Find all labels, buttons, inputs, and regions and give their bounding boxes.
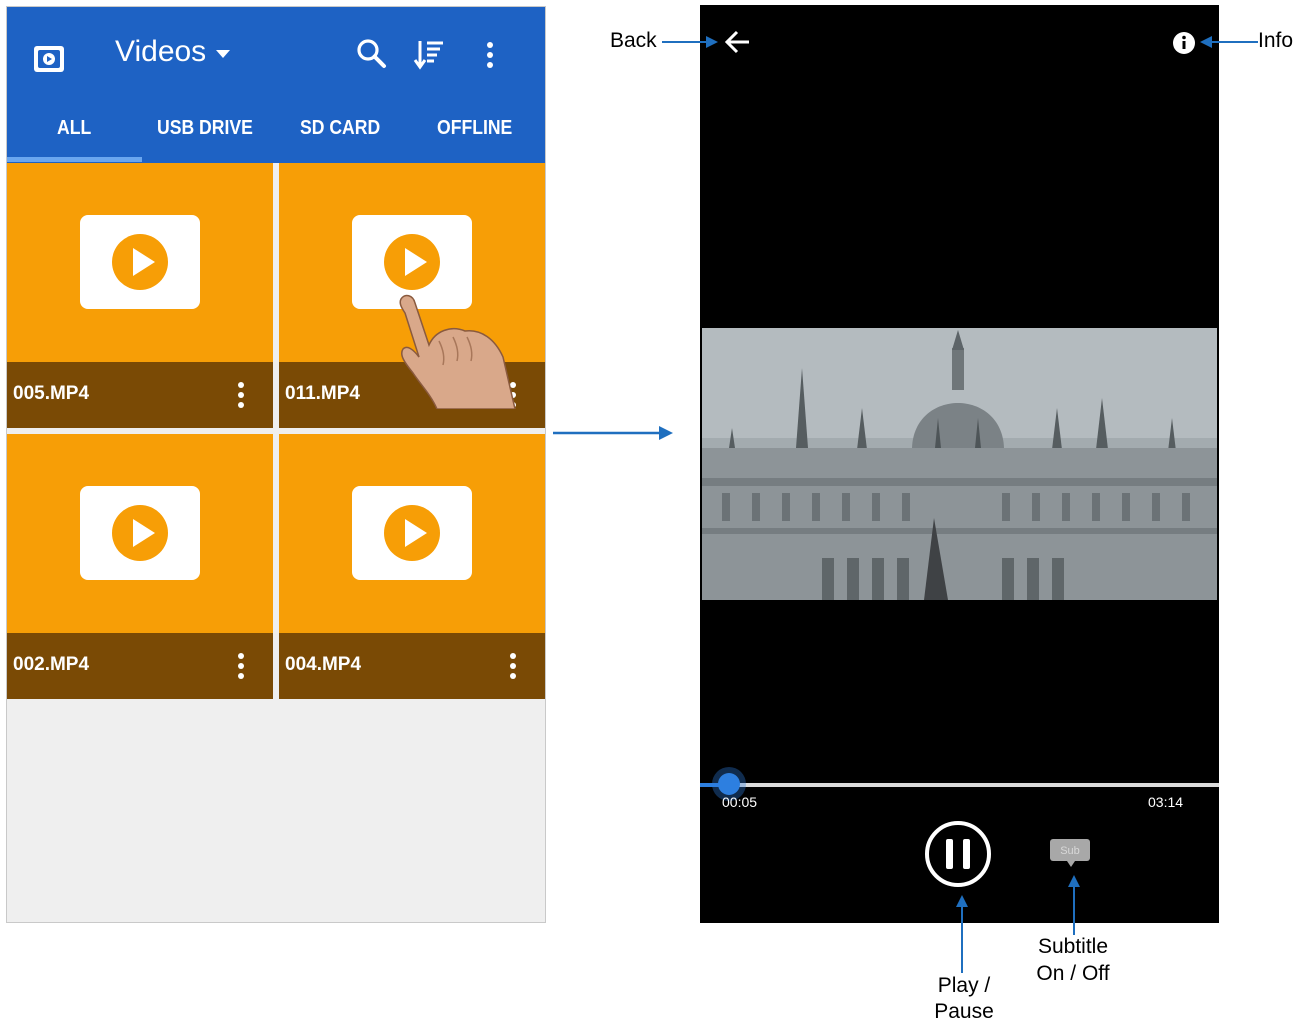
- search-icon[interactable]: [355, 37, 389, 71]
- more-vert-icon[interactable]: [479, 37, 501, 73]
- callout-subtitle-arrow: [1068, 875, 1080, 935]
- subtitle-toggle-button[interactable]: Sub: [1049, 838, 1091, 868]
- parliament-building-image: [702, 328, 1217, 600]
- video-thumbnail[interactable]: [80, 215, 200, 309]
- video-list-screen: Videos ALL USB DRIVE SD CARD OFFLINE 005…: [6, 6, 546, 923]
- callout-back-arrow: [662, 36, 718, 48]
- video-frame[interactable]: [702, 328, 1217, 600]
- callout-info-arrow: [1200, 36, 1258, 48]
- seek-bar-thumb[interactable]: [718, 773, 740, 795]
- callout-subtitle: Subtitle On / Off: [1028, 933, 1118, 987]
- video-thumbnail[interactable]: [352, 486, 472, 580]
- play-icon: [112, 505, 168, 561]
- back-arrow-icon[interactable]: [722, 27, 752, 57]
- callout-play-pause-line2: Pause: [934, 1000, 994, 1023]
- callout-subtitle-line1: Subtitle: [1037, 935, 1109, 958]
- video-tile[interactable]: 004.MP4: [279, 434, 545, 699]
- tab-offline[interactable]: OFFLINE: [437, 117, 512, 140]
- callout-play-pause-line1: Play /: [937, 974, 991, 997]
- tap-hand-icon: [399, 294, 516, 409]
- more-vert-icon[interactable]: [237, 651, 245, 681]
- sort-icon[interactable]: [412, 37, 448, 73]
- seek-bar-track[interactable]: [700, 783, 1219, 787]
- folder-dropdown[interactable]: Videos: [115, 35, 231, 69]
- tab-all[interactable]: ALL: [57, 117, 91, 140]
- info-icon[interactable]: [1172, 31, 1196, 55]
- video-tile[interactable]: 005.MP4: [7, 163, 273, 428]
- video-filename: 004.MP4: [285, 654, 362, 675]
- video-filename: 002.MP4: [13, 654, 90, 675]
- callout-subtitle-line2: On / Off: [1036, 962, 1110, 985]
- video-app-icon: [34, 46, 64, 72]
- subtitle-label: Sub: [1060, 845, 1080, 857]
- callout-info: Info: [1258, 29, 1294, 52]
- caret-down-icon: [216, 50, 231, 58]
- video-filename: 005.MP4: [13, 383, 90, 404]
- current-time: 00:05: [722, 794, 758, 810]
- play-icon: [384, 505, 440, 561]
- video-info-bar: 004.MP4: [279, 633, 545, 699]
- play-icon: [384, 234, 440, 290]
- total-duration: 03:14: [1148, 794, 1184, 810]
- play-icon: [112, 234, 168, 290]
- tab-usb-drive[interactable]: USB DRIVE: [157, 117, 253, 140]
- tab-sd-card[interactable]: SD CARD: [300, 117, 380, 140]
- more-vert-icon[interactable]: [237, 380, 245, 410]
- video-player-screen: 00:05 03:14 Sub: [700, 5, 1219, 923]
- page-title: Videos: [115, 35, 207, 68]
- callout-back: Back: [610, 29, 657, 52]
- callout-play-pause: Play / Pause: [926, 973, 1002, 1025]
- more-vert-icon[interactable]: [509, 651, 517, 681]
- pause-icon: [946, 839, 953, 869]
- tab-indicator: [7, 157, 142, 162]
- video-tile[interactable]: 002.MP4: [7, 434, 273, 699]
- video-info-bar: 002.MP4: [7, 633, 273, 699]
- app-bar: Videos ALL USB DRIVE SD CARD OFFLINE: [7, 7, 545, 163]
- transition-arrow: [553, 426, 673, 440]
- callout-play-pause-arrow: [956, 895, 968, 973]
- video-filename: 011.MP4: [285, 383, 360, 404]
- video-thumbnail[interactable]: [80, 486, 200, 580]
- play-pause-button[interactable]: [923, 819, 993, 889]
- video-info-bar: 005.MP4: [7, 362, 273, 428]
